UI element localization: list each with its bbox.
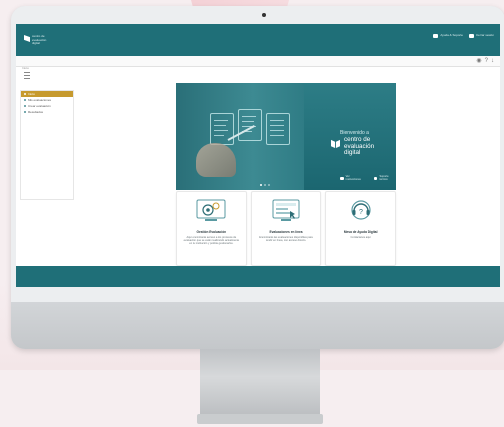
footer-band bbox=[16, 266, 500, 287]
screen: centro de evaluación digital Ayuda & Sop… bbox=[16, 24, 500, 287]
document-icon bbox=[210, 113, 234, 145]
plus-icon bbox=[24, 105, 26, 107]
user-icon bbox=[433, 34, 439, 38]
hero-link-label: Ver instrucciones bbox=[345, 175, 361, 181]
eye-icon[interactable]: ◉ bbox=[476, 57, 481, 65]
help-icon[interactable]: ? bbox=[485, 57, 488, 65]
hero-links: Ver instrucciones Soporte técnico bbox=[340, 175, 396, 181]
carousel-dot[interactable] bbox=[268, 184, 270, 186]
card-desc: Aquí encontrarás acceso a los procesos d… bbox=[183, 236, 240, 246]
download-icon[interactable]: ↓ bbox=[491, 57, 494, 65]
hero-link-instructions[interactable]: Ver instrucciones bbox=[340, 175, 364, 181]
hero-brand: centro de evaluación digital bbox=[344, 136, 374, 157]
cards-row: Gestión Evaluación Aquí encontrarás acce… bbox=[176, 191, 397, 266]
carousel-dots[interactable] bbox=[260, 184, 270, 186]
list-icon bbox=[24, 99, 26, 101]
sidebar-item-resultados[interactable]: Resultados bbox=[21, 109, 73, 115]
breadcrumb[interactable]: Inicio bbox=[22, 66, 29, 70]
hero-image bbox=[176, 83, 304, 190]
sidebar: Inicio Mis evaluaciones Crear evaluación… bbox=[20, 90, 74, 200]
brand-mark-icon bbox=[331, 139, 341, 149]
brand-line3: digital bbox=[32, 41, 40, 45]
topbar: centro de evaluación digital Ayuda & Sop… bbox=[16, 24, 500, 56]
hero-link-support[interactable]: Soporte técnico bbox=[373, 175, 396, 181]
sidebar-item-label: Crear evaluación bbox=[28, 104, 51, 108]
monitor-chin bbox=[11, 302, 504, 349]
card-desc: Contáctanos aquí bbox=[350, 236, 371, 239]
carousel-dot[interactable] bbox=[264, 184, 266, 186]
monitor-stand bbox=[200, 349, 320, 419]
gears-icon bbox=[196, 199, 226, 221]
brand-logo[interactable]: centro de evaluación digital bbox=[24, 34, 50, 47]
document-icon bbox=[238, 109, 262, 141]
home-icon bbox=[24, 93, 26, 95]
topbar-logout[interactable]: Cerrar sesión bbox=[468, 33, 494, 38]
card-gestion[interactable]: Gestión Evaluación Aquí encontrarás acce… bbox=[176, 191, 247, 266]
topbar-actions: Ayuda & Soporte Cerrar sesión bbox=[433, 34, 494, 38]
sidebar-item-label: Resultados bbox=[28, 110, 44, 114]
card-title: Evaluaciones en línea bbox=[269, 230, 303, 234]
hero-brand-line3: digital bbox=[344, 149, 361, 156]
chart-icon bbox=[24, 111, 26, 113]
sidebar-item-label: Inicio bbox=[28, 92, 36, 96]
monitor-icon bbox=[272, 199, 300, 221]
hero-link-label: Soporte técnico bbox=[379, 175, 389, 181]
hand-illustration bbox=[196, 143, 236, 177]
subbar: ◉ ? ↓ bbox=[16, 56, 500, 67]
support-icon: ? bbox=[351, 200, 371, 220]
info-icon bbox=[340, 176, 344, 180]
camera-icon bbox=[262, 13, 266, 17]
svg-text:?: ? bbox=[359, 209, 363, 216]
topbar-logout-label: Cerrar sesión bbox=[475, 33, 494, 38]
card-desc: Encontrarás las evaluaciones disponibles… bbox=[259, 236, 313, 243]
topbar-help[interactable]: Ayuda & Soporte bbox=[433, 34, 463, 38]
card-mesa-ayuda[interactable]: ? Mesa de Ayuda Digital Contáctanos aquí bbox=[325, 191, 397, 266]
card-evaluaciones[interactable]: Evaluaciones en línea Encontrarás las ev… bbox=[250, 191, 322, 266]
grid-icon bbox=[468, 34, 474, 38]
card-title: Gestión Evaluación bbox=[196, 230, 227, 234]
topbar-help-label: Ayuda & Soporte bbox=[440, 33, 463, 38]
card-title: Mesa de Ayuda Digital bbox=[343, 230, 378, 234]
checklist-icon bbox=[266, 113, 290, 145]
brand-mark-icon bbox=[24, 35, 30, 42]
support-icon bbox=[373, 176, 378, 180]
hero-banner: Bienvenido a centro de evaluación digita… bbox=[176, 83, 396, 190]
hamburger-menu-icon[interactable] bbox=[24, 72, 30, 79]
sidebar-item-label: Mis evaluaciones bbox=[28, 98, 52, 102]
carousel-dot[interactable] bbox=[260, 184, 262, 186]
monitor-foot bbox=[197, 414, 323, 424]
